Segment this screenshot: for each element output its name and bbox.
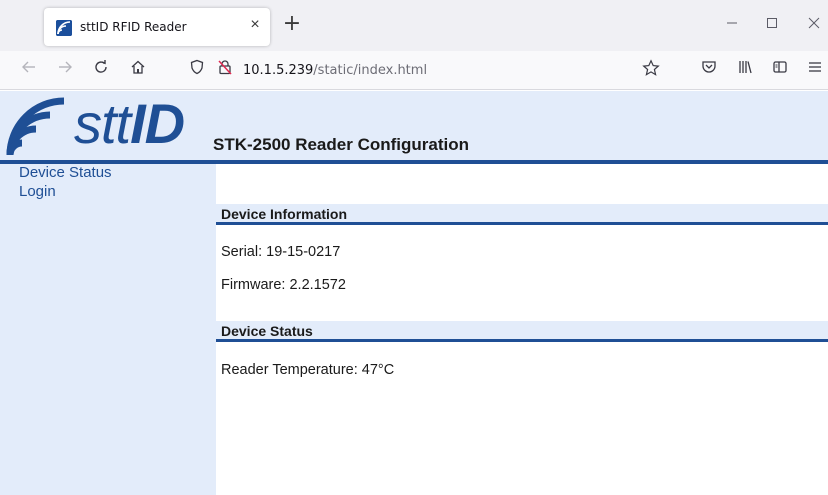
browser-tab[interactable]: sttID RFID Reader × xyxy=(44,8,270,46)
bookmark-star-icon[interactable] xyxy=(640,59,662,81)
browser-nav-bar: 10.1.5.239/static/index.html xyxy=(0,51,828,90)
home-icon[interactable] xyxy=(127,59,149,81)
web-page: sttID STK-2500 Reader Configuration Devi… xyxy=(0,91,828,495)
forward-arrow-icon[interactable] xyxy=(54,59,76,81)
page-header: sttID STK-2500 Reader Configuration xyxy=(0,91,828,160)
firmware-value: Firmware: 2.2.1572 xyxy=(221,277,346,293)
url-host: 10.1.5.239 xyxy=(243,63,314,78)
menu-icon[interactable] xyxy=(804,59,826,81)
sttid-logo: sttID xyxy=(6,92,206,157)
sidebar-item-login[interactable]: Login xyxy=(19,183,56,200)
temperature-value: Reader Temperature: 47°C xyxy=(221,362,395,378)
serial-value: Serial: 19-15-0217 xyxy=(221,244,341,260)
section-heading: Device Status xyxy=(221,323,313,339)
address-bar[interactable]: 10.1.5.239/static/index.html xyxy=(243,63,427,78)
pocket-icon[interactable] xyxy=(698,59,720,81)
sttid-favicon-icon xyxy=(56,20,72,36)
close-tab-icon[interactable]: × xyxy=(246,16,264,34)
rfid-waves-logo-icon xyxy=(6,97,65,156)
main-content: Device Information Serial: 19-15-0217 Fi… xyxy=(216,164,828,495)
maximize-icon[interactable] xyxy=(760,14,784,38)
browser-tab-bar: sttID RFID Reader × + xyxy=(0,0,828,51)
section-heading: Device Information xyxy=(221,206,348,222)
tab-title: sttID RFID Reader xyxy=(80,20,187,34)
sidebar-item-device-status[interactable]: Device Status xyxy=(19,164,112,181)
page-title: STK-2500 Reader Configuration xyxy=(213,135,469,154)
sidebar-toggle-icon[interactable] xyxy=(769,59,791,81)
url-path: /static/index.html xyxy=(313,63,428,78)
minimize-icon[interactable] xyxy=(720,14,744,38)
tracking-shield-icon[interactable] xyxy=(186,59,208,81)
library-icon[interactable] xyxy=(734,59,756,81)
device-information-header: Device Information xyxy=(216,204,828,225)
insecure-lock-icon[interactable] xyxy=(214,59,236,81)
close-window-icon[interactable] xyxy=(802,14,826,38)
new-tab-button[interactable]: + xyxy=(280,13,304,37)
device-status-header: Device Status xyxy=(216,321,828,342)
reload-icon[interactable] xyxy=(90,59,112,81)
sidebar: Device Status Login xyxy=(0,164,216,495)
back-arrow-icon[interactable] xyxy=(18,59,40,81)
logo-wordmark: sttID xyxy=(74,92,185,155)
